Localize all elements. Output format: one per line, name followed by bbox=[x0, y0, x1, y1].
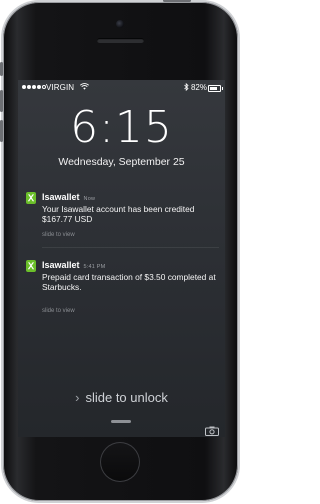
slide-to-unlock-label: slide to unlock bbox=[85, 390, 168, 405]
notification-message: Prepaid card transaction of $3.50 comple… bbox=[42, 272, 216, 292]
lock-time: 6:15 bbox=[70, 102, 173, 153]
battery-level-fill bbox=[210, 87, 218, 90]
volume-up-button bbox=[0, 90, 3, 112]
bluetooth-icon bbox=[184, 82, 189, 93]
notification-app-name: Isawallet Now bbox=[42, 192, 95, 202]
notification-app-label: Isawallet bbox=[42, 260, 80, 270]
earpiece-speaker bbox=[97, 38, 144, 43]
isawallet-app-icon: Ⅹ bbox=[26, 192, 36, 204]
slide-to-view-hint: slide to view bbox=[42, 308, 75, 314]
signal-dot bbox=[32, 85, 36, 89]
home-button[interactable] bbox=[100, 442, 140, 482]
carrier-name: VIRGIN bbox=[46, 83, 75, 92]
camera-icon[interactable] bbox=[205, 423, 219, 436]
notification-app-label: Isawallet bbox=[42, 192, 80, 202]
front-camera bbox=[116, 20, 124, 28]
battery-icon bbox=[208, 85, 223, 92]
signal-dot bbox=[37, 85, 41, 89]
notification-time: Now bbox=[83, 196, 96, 202]
notification-time: 5:41 PM bbox=[83, 264, 106, 270]
notification-item[interactable]: Ⅹ Isawallet 5:41 PM Prepaid card transact… bbox=[26, 260, 219, 314]
iphone-device: VIRGIN 82% 6:15 Wednesday, September 25 … bbox=[0, 0, 238, 501]
isawallet-app-icon: Ⅹ bbox=[26, 260, 36, 272]
notification-item[interactable]: Ⅹ Isawallet Now Your Isawallet account ha… bbox=[26, 192, 219, 248]
notification-app-name: Isawallet 5:41 PM bbox=[42, 260, 105, 270]
sleep-button bbox=[163, 0, 191, 2]
status-bar: VIRGIN 82% bbox=[18, 82, 225, 95]
notification-divider bbox=[42, 247, 219, 248]
battery-percent: 82% bbox=[190, 83, 207, 92]
signal-dot bbox=[22, 85, 26, 89]
slide-to-view-hint: slide to view bbox=[42, 232, 75, 238]
lock-screen: VIRGIN 82% 6:15 Wednesday, September 25 … bbox=[18, 80, 225, 437]
wifi-icon bbox=[80, 83, 89, 92]
notification-message: Your Isawallet account has been credited… bbox=[42, 204, 195, 224]
volume-down-button bbox=[0, 120, 3, 142]
chevron-right-icon: › bbox=[75, 390, 80, 405]
signal-dot bbox=[27, 85, 31, 89]
signal-strength bbox=[22, 85, 46, 89]
lock-date: Wednesday, September 25 bbox=[58, 156, 185, 168]
slide-to-unlock[interactable]: › slide to unlock bbox=[18, 390, 225, 405]
control-center-handle[interactable] bbox=[111, 420, 131, 423]
mute-switch bbox=[0, 62, 3, 76]
